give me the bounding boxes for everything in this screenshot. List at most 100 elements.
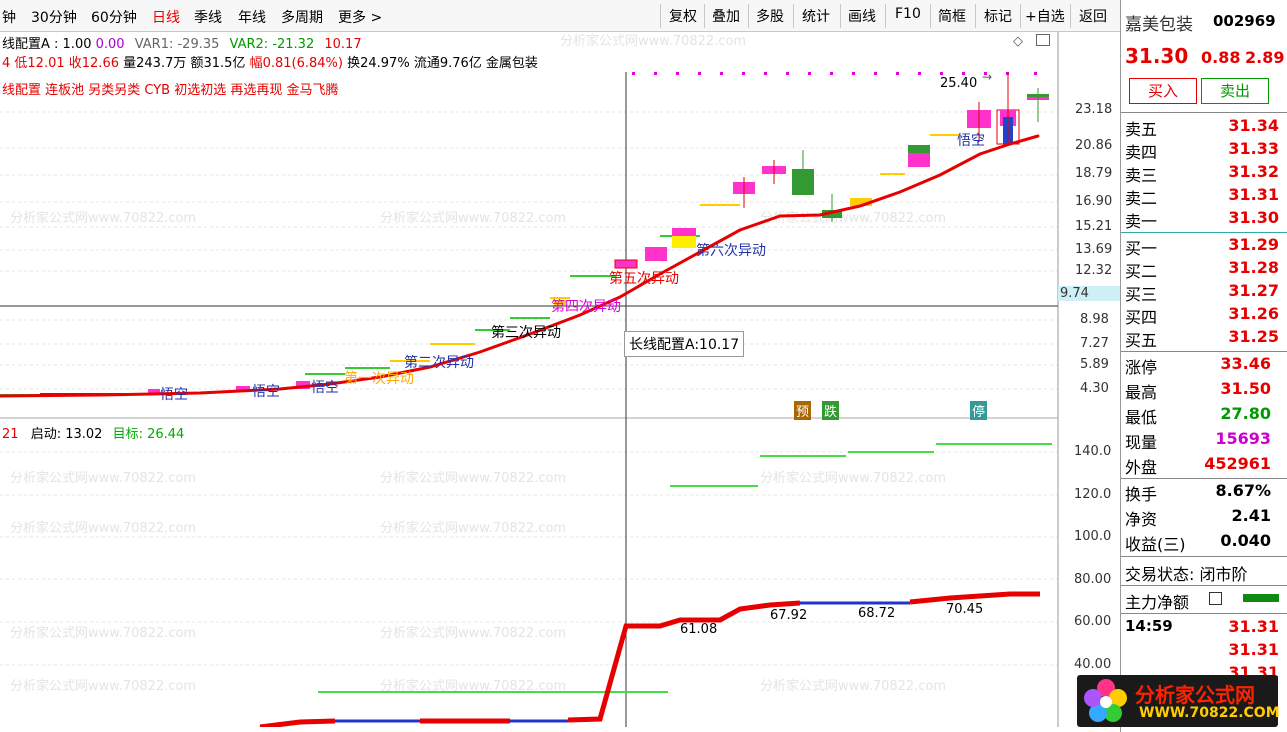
watermark-text: 分析家公式网www.70822.com bbox=[10, 520, 196, 536]
signal-4: 第四次异动 bbox=[551, 299, 621, 315]
watermark-text: 分析家公式网www.70822.com bbox=[380, 625, 566, 641]
start-value: 启动: 13.02 bbox=[30, 427, 103, 442]
close-value: 收12.66 bbox=[68, 56, 119, 71]
period-season[interactable]: 季线 bbox=[194, 7, 222, 27]
lower-tick: 140.0 bbox=[1074, 444, 1112, 459]
main-net-bar bbox=[1243, 594, 1279, 602]
marker-stop: 停 bbox=[970, 401, 988, 420]
period-more[interactable]: 更多 > bbox=[338, 7, 382, 27]
main-net-toggle-icon[interactable] bbox=[1209, 592, 1222, 605]
main-net-label[interactable]: 主力净额 bbox=[1125, 589, 1189, 613]
lower-tick: 60.00 bbox=[1074, 614, 1112, 629]
price-tick: 16.90 bbox=[1075, 194, 1113, 209]
sector-value: 金属包装 bbox=[485, 56, 538, 71]
watermark-text: 分析家公式网www.70822.com bbox=[760, 470, 946, 486]
lower-tick: 120.0 bbox=[1074, 487, 1112, 502]
lower-value-label: 67.92 bbox=[770, 608, 808, 623]
simple-frame-button[interactable]: 简框 bbox=[938, 6, 966, 26]
diamond-icon[interactable]: ◇ bbox=[1013, 34, 1023, 49]
price-tick: 7.27 bbox=[1080, 336, 1109, 351]
amount-value: 额31.5亿 bbox=[190, 56, 246, 71]
watermark-text: 分析家公式网www.70822.com bbox=[560, 33, 746, 49]
period-day[interactable]: 日线 bbox=[152, 7, 180, 27]
price-tick: 15.21 bbox=[1075, 219, 1113, 234]
period-30min[interactable]: 30分钟 bbox=[31, 7, 77, 27]
quote-panel: 嘉美包装 002969 31.30 0.88 2.89 买入 卖出 卖五 31.3… bbox=[1120, 0, 1287, 732]
tick-row: 31.31 bbox=[1228, 640, 1279, 659]
period-year[interactable]: 年线 bbox=[238, 7, 266, 27]
lower-indicator-prefix: 21 bbox=[2, 427, 19, 442]
flower-logo-icon bbox=[1084, 679, 1127, 722]
chart-svg: 分析家公式网www.70822.com 分析家公式网www.70822.com … bbox=[0, 32, 1059, 727]
amplitude-value: 幅0.81(6.84%) bbox=[249, 56, 343, 71]
period-toolbar: 钟 30分钟 60分钟 日线 季线 年线 多周期 更多 > 复权 叠加 多股 统… bbox=[0, 0, 1120, 32]
trade-status: 交易状态: 闭市阶 bbox=[1125, 565, 1248, 584]
bid-row: 买四 31.26 bbox=[1125, 304, 1279, 327]
low-value: 4 低12.01 bbox=[2, 56, 65, 71]
peak-arrow-icon: → bbox=[982, 70, 993, 84]
bid-row: 买五 31.25 bbox=[1125, 327, 1279, 350]
lower-value-label: 61.08 bbox=[680, 622, 718, 637]
stock-name: 嘉美包装 bbox=[1125, 15, 1193, 35]
turnover-value: 换24.97% bbox=[347, 56, 410, 71]
bid-row: 买一 31.29 bbox=[1125, 235, 1279, 258]
crosshair-tooltip: 长线配置A:10.17 bbox=[624, 331, 745, 357]
period-min[interactable]: 钟 bbox=[2, 7, 16, 27]
multi-stock-button[interactable]: 多股 bbox=[756, 6, 784, 26]
price-tick: 4.30 bbox=[1080, 381, 1109, 396]
indicator-delta: 0.00 bbox=[95, 37, 125, 52]
signal-5: 第五次异动 bbox=[609, 271, 679, 287]
price-change-pct: 2.89 bbox=[1245, 48, 1285, 67]
watermark-text: 分析家公式网www.70822.com bbox=[760, 678, 946, 694]
logo-url: WWW.70822.COM bbox=[1139, 705, 1280, 721]
watermark-text: 分析家公式网www.70822.com bbox=[10, 678, 196, 694]
ask-row: 卖三 31.32 bbox=[1125, 162, 1279, 185]
wukong-label: 悟空 bbox=[957, 133, 985, 149]
formula-list[interactable]: 线配置 连板池 另类另类 CYB 初选初选 再选再现 金马飞腾 bbox=[2, 79, 339, 98]
f10-button[interactable]: F10 bbox=[895, 6, 921, 22]
price-info-line: 4 低12.01 收12.66 量243.7万 额31.5亿 幅0.81(6.8… bbox=[2, 52, 538, 71]
indicator-name-value: 线配置A : 1.00 bbox=[2, 37, 92, 52]
crosshair-price: 9.74 bbox=[1058, 286, 1120, 301]
price-tick: 5.89 bbox=[1080, 357, 1109, 372]
site-logo: 分析家公式网 WWW.70822.COM bbox=[1077, 675, 1280, 727]
stock-code: 002969 bbox=[1213, 12, 1276, 30]
price-change: 0.88 bbox=[1201, 48, 1241, 67]
watermark-text: 分析家公式网www.70822.com bbox=[760, 210, 946, 226]
ask-row: 卖五 31.34 bbox=[1125, 116, 1279, 139]
add-watchlist-button[interactable]: +自选 bbox=[1025, 6, 1065, 26]
lower-tick: 40.00 bbox=[1074, 657, 1112, 672]
overlay-button[interactable]: 叠加 bbox=[712, 6, 740, 26]
stat-row: 外盘 452961 bbox=[1125, 454, 1271, 477]
kline-chart-area[interactable]: 分析家公式网www.70822.com 分析家公式网www.70822.com … bbox=[0, 32, 1060, 727]
mark-button[interactable]: 标记 bbox=[984, 6, 1012, 26]
peak-price-label: 25.40 bbox=[940, 76, 978, 91]
stat-row: 最低 27.80 bbox=[1125, 404, 1271, 427]
tick-row: 14:59 31.31 bbox=[1125, 617, 1279, 636]
stat-row: 净资 2.41 bbox=[1125, 506, 1271, 529]
stat-row: 涨停 33.46 bbox=[1125, 354, 1271, 377]
ask-row: 卖四 31.33 bbox=[1125, 139, 1279, 162]
back-button[interactable]: 返回 bbox=[1079, 6, 1107, 26]
lower-indicator-line: 21 启动: 13.02 目标: 26.44 bbox=[2, 423, 184, 442]
period-60min[interactable]: 60分钟 bbox=[91, 7, 137, 27]
wukong-label: 悟空 bbox=[311, 380, 339, 396]
price-tick: 12.32 bbox=[1075, 263, 1113, 278]
float-value: 流通9.76亿 bbox=[413, 56, 482, 71]
marker-pre: 预 bbox=[794, 401, 812, 420]
signal-6: 第六次异动 bbox=[696, 243, 766, 259]
sell-button[interactable]: 卖出 bbox=[1201, 78, 1269, 104]
config-value: 10.17 bbox=[324, 37, 362, 52]
volume-value: 量243.7万 bbox=[123, 56, 187, 71]
panel-toggle-icon[interactable] bbox=[1036, 34, 1050, 46]
buy-button[interactable]: 买入 bbox=[1129, 78, 1197, 104]
signal-3: 第三次异动 bbox=[491, 325, 561, 341]
statistics-button[interactable]: 统计 bbox=[802, 6, 830, 26]
ask-row: 卖一 31.30 bbox=[1125, 208, 1279, 231]
period-multi[interactable]: 多周期 bbox=[281, 7, 323, 27]
draw-line-button[interactable]: 画线 bbox=[848, 6, 876, 26]
lower-value-label: 68.72 bbox=[858, 606, 896, 621]
price-tick: 18.79 bbox=[1075, 166, 1113, 181]
watermark-text: 分析家公式网www.70822.com bbox=[380, 470, 566, 486]
restore-right-button[interactable]: 复权 bbox=[669, 6, 697, 26]
